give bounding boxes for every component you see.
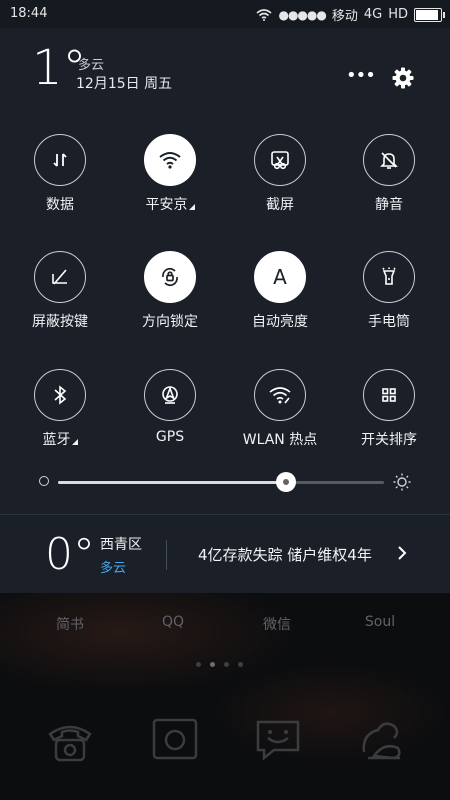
flashlight-icon[interactable] (363, 251, 415, 303)
news-headline[interactable]: 4亿存款失踪 储户维权4年 (198, 544, 372, 565)
expand-triangle-icon (71, 439, 78, 445)
brightness-track[interactable] (58, 481, 384, 484)
toggle-label: 自动亮度 (252, 314, 308, 330)
brightness-slider[interactable] (36, 470, 416, 494)
hotspot-icon[interactable] (254, 369, 306, 421)
toggle-label: WLAN 热点 (242, 432, 318, 448)
page-dot (238, 662, 243, 667)
toggle-label: 数据 (46, 197, 74, 213)
weather-temperature: 0° (45, 529, 95, 580)
toggle-mobile-data[interactable]: 数据 (10, 134, 110, 214)
brightness-thumb[interactable] (276, 472, 297, 492)
toggle-flashlight[interactable]: 手电筒 (339, 251, 439, 331)
grid-sort-icon[interactable] (363, 369, 415, 421)
uc-browser-icon (362, 722, 401, 760)
wifi-icon[interactable] (144, 134, 196, 186)
gear-icon[interactable] (391, 66, 415, 90)
hd-indicator: HD (388, 7, 408, 22)
toggle-block-keys[interactable]: 屏蔽按键 (10, 251, 110, 331)
cell-signal-icon: ●●●●● (278, 7, 326, 22)
header-date: 12月15日 周五 (76, 76, 173, 92)
page-dot (224, 662, 229, 667)
brightness-high-icon (393, 473, 411, 491)
toggle-bluetooth[interactable]: 蓝牙 (10, 369, 110, 449)
mobile-data-icon[interactable] (34, 134, 86, 186)
toggle-sort[interactable]: 开关排序 (339, 369, 439, 449)
toggle-wifi[interactable]: 平安京 (120, 134, 220, 214)
phone-icon (48, 725, 92, 762)
status-time: 18:44 (10, 6, 48, 21)
weather-condition: 多云 (100, 561, 127, 576)
more-options-icon[interactable]: ••• (346, 67, 376, 86)
brightness-low-icon (39, 476, 49, 486)
status-bar: 18:44 ●●●●● 移动 4G HD (0, 0, 450, 28)
home-app-label: 微信 (263, 617, 291, 633)
toggle-label: 截屏 (266, 197, 294, 213)
toggle-label: 开关排序 (361, 432, 417, 448)
bluetooth-icon[interactable] (34, 369, 86, 421)
page-dot (196, 662, 201, 667)
carrier-name: 移动 (331, 9, 358, 24)
toggle-auto-brightness[interactable]: A 自动亮度 (230, 251, 330, 331)
toggle-hotspot[interactable]: WLAN 热点 (230, 369, 330, 449)
toggle-label: 屏蔽按键 (32, 314, 88, 330)
toggle-label: 方向锁定 (142, 314, 198, 330)
expand-triangle-icon (188, 204, 195, 210)
weather-district: 西青区 (100, 537, 142, 553)
toggle-label: GPS (155, 429, 185, 445)
toggle-label: 手电筒 (368, 314, 410, 330)
page-indicator (196, 662, 243, 667)
camera-icon (152, 718, 198, 760)
toggle-gps[interactable]: GPS (120, 369, 220, 445)
screenshot-icon[interactable] (254, 134, 306, 186)
toggle-rotation-lock[interactable]: 方向锁定 (120, 251, 220, 331)
home-app-label: 简书 (56, 617, 84, 633)
network-type: 4G (363, 7, 383, 22)
auto-brightness-icon[interactable]: A (254, 251, 306, 303)
header-weather: 多云 (78, 58, 105, 73)
toggle-label: 静音 (375, 197, 403, 213)
chevron-right-icon[interactable] (396, 545, 408, 561)
mute-bell-icon[interactable] (363, 134, 415, 186)
toggle-screenshot[interactable]: 截屏 (230, 134, 330, 214)
toggle-label: 蓝牙 (10, 429, 110, 449)
gps-icon[interactable] (144, 369, 196, 421)
status-indicators: ●●●●● 移动 4G HD (256, 5, 445, 24)
battery-icon (414, 7, 445, 22)
auto-brightness-glyph: A (273, 265, 287, 289)
rotation-lock-icon[interactable] (144, 251, 196, 303)
separator (166, 540, 167, 570)
toggle-mute[interactable]: 静音 (339, 134, 439, 214)
home-app-label: Soul (364, 614, 396, 630)
wifi-signal-icon (256, 8, 272, 21)
toggle-label: 平安京 (120, 194, 220, 214)
page-dot (210, 662, 215, 667)
messages-icon (256, 720, 300, 761)
divider (0, 514, 450, 515)
home-app-label: QQ (161, 614, 185, 630)
block-keys-icon[interactable] (34, 251, 86, 303)
